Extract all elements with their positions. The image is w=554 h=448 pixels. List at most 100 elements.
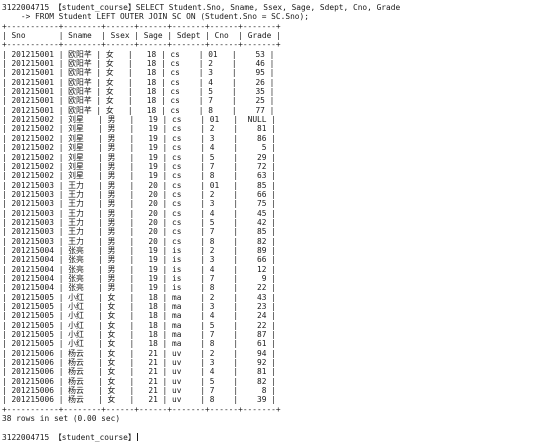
table-border-header: +-----------+--------+------+------+----…	[2, 40, 281, 50]
table-cell: 7	[203, 96, 232, 106]
table-cell: 201215005	[6, 330, 59, 340]
table-cell: 201215001	[6, 77, 59, 87]
table-cell: 201215006	[6, 348, 59, 358]
table-cell: 8	[205, 339, 234, 349]
table-cell: 25	[236, 96, 270, 106]
mysql-terminal-window: { "prompt": "3122004715 【student_course】…	[0, 0, 554, 448]
table-cell: 21	[134, 358, 163, 368]
table-cell: 19	[134, 161, 163, 171]
table-cell: 19	[134, 283, 163, 293]
table-cell: is	[167, 264, 201, 274]
table-cell: 女	[102, 395, 130, 405]
table-cell: 男	[102, 124, 130, 134]
table-cell: 4	[205, 311, 234, 321]
table-row: | 201215002 | 刘星 | 男 | 19 | cs | 2 | 81 …	[2, 124, 276, 134]
table-cell: cs	[167, 152, 201, 162]
table-header: | Sno | Sname | Ssex | Sage | Sdept | Cn…	[2, 31, 281, 41]
table-cell: 男	[102, 180, 130, 190]
table-cell: 18	[134, 339, 163, 349]
table-row: | 201215003 | 王力 | 男 | 20 | cs | 5 | 42 …	[2, 217, 276, 227]
table-cell: 8	[205, 171, 234, 181]
table-cell: 4	[205, 208, 234, 218]
table-row: | 201215005 | 小红 | 女 | 18 | ma | 8 | 61 …	[2, 339, 276, 349]
column-header: Sage	[139, 31, 168, 41]
table-row: | 201215006 | 杨云 | 女 | 21 | uv | 8 | 39 …	[2, 395, 276, 405]
table-cell: 王力	[63, 208, 98, 218]
table-cell: 8	[205, 283, 234, 293]
table-cell: ma	[167, 311, 201, 321]
table-cell: 201215004	[6, 245, 59, 255]
table-cell: 43	[238, 292, 272, 302]
table-cell: 92	[238, 358, 272, 368]
table-cell: 女	[102, 367, 130, 377]
table-row: | 201215002 | 刘星 | 男 | 19 | cs | 3 | 86 …	[2, 133, 276, 143]
table-cell: 男	[102, 236, 130, 246]
table-cell: 21	[134, 386, 163, 396]
table-cell: 21	[134, 376, 163, 386]
table-cell: 82	[238, 236, 272, 246]
table-cell: cs	[165, 59, 199, 69]
table-cell: 5	[205, 376, 234, 386]
next-prompt-line[interactable]: 3122004715 【student_course】	[2, 432, 552, 442]
table-cell: 2	[205, 292, 234, 302]
table-cell: 男	[102, 115, 130, 125]
table-cell: 5	[205, 217, 234, 227]
table-cell: 2	[203, 59, 232, 69]
table-cell: 26	[236, 77, 270, 87]
table-cell: 女	[102, 330, 130, 340]
table-cell: 刘星	[63, 115, 98, 125]
table-cell: uv	[167, 395, 201, 405]
table-cell: 201215004	[6, 283, 59, 293]
table-cell: 20	[134, 227, 163, 237]
table-cell: 女	[101, 87, 128, 97]
table-cell: 杨云	[63, 386, 98, 396]
table-cell: 女	[102, 339, 130, 349]
table-cell: 201215002	[6, 124, 59, 134]
table-cell: 4	[205, 143, 234, 153]
table-cell: 女	[102, 386, 130, 396]
table-cell: 201215001	[6, 87, 59, 97]
table-row: | 201215002 | 刘星 | 男 | 19 | cs | 7 | 72 …	[2, 161, 276, 171]
table-cell: 19	[134, 273, 163, 283]
table-cell: 女	[101, 59, 128, 69]
table-cell: 张亮	[63, 264, 98, 274]
table-cell: 87	[238, 330, 272, 340]
table-cell: 5	[205, 320, 234, 330]
table-cell: 19	[134, 124, 163, 134]
table-cell: 201215001	[6, 105, 59, 115]
table-row: | 201215005 | 小红 | 女 | 18 | ma | 2 | 43 …	[2, 292, 276, 302]
table-cell: 女	[101, 68, 128, 78]
table-cell: 刘星	[63, 152, 98, 162]
table-cell: 18	[132, 87, 161, 97]
table-cell: 66	[238, 189, 272, 199]
table-cell: 24	[238, 311, 272, 321]
table-cell: 7	[205, 273, 234, 283]
table-row: | 201215003 | 王力 | 男 | 20 | cs | 8 | 82 …	[2, 236, 276, 246]
table-cell: 男	[102, 264, 130, 274]
table-cell: 王力	[63, 217, 98, 227]
table-cell: 201215006	[6, 358, 59, 368]
table-cell: cs	[167, 124, 201, 134]
table-cell: 3	[205, 255, 234, 265]
column-header: Grade	[242, 31, 277, 41]
table-cell: 81	[238, 124, 272, 134]
table-cell: 18	[134, 311, 163, 321]
table-cell: 42	[238, 217, 272, 227]
table-row: | 201215002 | 刘星 | 男 | 19 | cs | 4 | 5 |	[2, 143, 276, 153]
table-cell: 小红	[63, 339, 98, 349]
terminal-output: 3122004715 【student_course】SELECT Studen…	[2, 3, 552, 442]
table-cell: uv	[167, 348, 201, 358]
table-cell: 男	[102, 208, 130, 218]
table-cell: 张亮	[63, 273, 98, 283]
table-cell: NULL	[238, 115, 272, 125]
table-cell: 201215003	[6, 189, 59, 199]
query-line-1: 3122004715 【student_course】SELECT Studen…	[2, 3, 552, 12]
table-cell: 王力	[63, 189, 98, 199]
table-cell: 22	[238, 283, 272, 293]
table-cell: 20	[134, 217, 163, 227]
table-cell: 欧阳芊	[63, 105, 97, 115]
table-cell: 20	[134, 199, 163, 209]
table-cell: 欧阳芊	[63, 68, 97, 78]
table-row: | 201215003 | 王力 | 男 | 20 | cs | 3 | 75 …	[2, 199, 276, 209]
table-row: | 201215006 | 杨云 | 女 | 21 | uv | 4 | 81 …	[2, 367, 276, 377]
